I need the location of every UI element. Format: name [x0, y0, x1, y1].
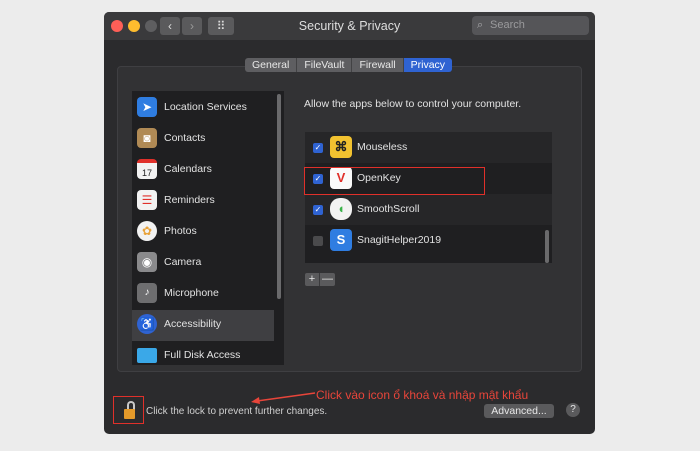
snagit-s-icon: S [330, 229, 352, 251]
smoothscroll-mouse-icon: ◖ [330, 198, 352, 220]
sidebar-item-label: Full Disk Access [164, 349, 241, 361]
app-row-mouseless[interactable]: ✓ ⌘ Mouseless [305, 132, 552, 163]
tab-general[interactable]: General [245, 58, 298, 72]
sidebar-scrollbar[interactable] [277, 94, 281, 299]
reminders-list-icon: ☰ [137, 190, 157, 210]
add-remove-buttons: + — [305, 273, 335, 286]
app-checkbox-snagithelper2019[interactable] [313, 236, 323, 246]
app-list-scrollbar[interactable] [545, 230, 549, 263]
sidebar-item-label: Camera [164, 256, 202, 268]
search-input[interactable]: ⌕ Search [472, 16, 589, 35]
app-row-smoothscroll[interactable]: ✓ ◖ SmoothScroll [305, 194, 552, 225]
help-button[interactable]: ? [566, 403, 580, 417]
camera-icon: ◉ [137, 252, 157, 272]
lock-body [124, 409, 135, 419]
security-privacy-window: ‹ › ⠿ Security & Privacy ⌕ Search Genera… [104, 12, 595, 434]
lock-icon[interactable] [124, 401, 135, 420]
search-placeholder: Search [490, 19, 525, 31]
sidebar-item-label: Calendars [164, 163, 212, 175]
sidebar-item-camera[interactable]: ◉ Camera [132, 248, 274, 279]
annotation-arrow-icon [251, 392, 316, 404]
sidebar-item-label: Microphone [164, 287, 219, 299]
contacts-book-icon: ◙ [137, 128, 157, 148]
tab-privacy[interactable]: Privacy [403, 58, 453, 72]
app-list: ✓ ⌘ Mouseless ✓ V OpenKey ✓ ◖ SmoothScro… [305, 132, 552, 263]
microphone-icon: ♪ [137, 283, 157, 303]
app-label: SmoothScroll [357, 203, 420, 215]
accessibility-person-icon: ♿ [137, 314, 157, 334]
calendar-icon: 17 [137, 159, 157, 179]
annotation-text: Click vào icon ổ khoá và nhập mật khẩu [316, 388, 529, 402]
sidebar-item-label: Location Services [164, 101, 247, 113]
sidebar-item-full-disk-access[interactable]: Full Disk Access [132, 341, 274, 365]
lock-highlight-box [113, 396, 144, 424]
sidebar-item-reminders[interactable]: ☰ Reminders [132, 186, 274, 217]
sidebar-item-location-services[interactable]: ➤ Location Services [132, 93, 274, 124]
sidebar-item-photos[interactable]: ✿ Photos [132, 217, 274, 248]
sidebar-item-label: Photos [164, 225, 197, 237]
tab-bar: General FileVault Firewall Privacy [245, 58, 453, 72]
tab-filevault[interactable]: FileVault [297, 58, 353, 72]
tab-firewall[interactable]: Firewall [352, 58, 404, 72]
sidebar-item-accessibility[interactable]: ♿ Accessibility [132, 310, 274, 341]
app-checkbox-smoothscroll[interactable]: ✓ [313, 205, 323, 215]
sidebar-item-contacts[interactable]: ◙ Contacts [132, 124, 274, 155]
folder-icon [137, 348, 157, 363]
sidebar-item-label: Reminders [164, 194, 215, 206]
photos-flower-icon: ✿ [137, 221, 157, 241]
privacy-instruction: Allow the apps below to control your com… [304, 98, 522, 110]
remove-app-button[interactable]: — [320, 273, 335, 286]
sidebar-item-label: Contacts [164, 132, 206, 144]
privacy-category-list: ➤ Location Services ◙ Contacts 17 Calend… [132, 91, 284, 365]
title-bar: ‹ › ⠿ Security & Privacy ⌕ Search [104, 12, 595, 40]
location-arrow-icon: ➤ [137, 97, 157, 117]
app-row-snagithelper2019[interactable]: S SnagitHelper2019 [305, 225, 552, 256]
search-icon: ⌕ [477, 19, 484, 31]
app-label: SnagitHelper2019 [357, 234, 442, 246]
sidebar-item-label: Accessibility [164, 318, 222, 330]
openkey-highlight-box [304, 167, 485, 195]
sidebar-item-microphone[interactable]: ♪ Microphone [132, 279, 274, 310]
app-checkbox-mouseless[interactable]: ✓ [313, 143, 323, 153]
app-label: Mouseless [357, 141, 408, 153]
sidebar-item-calendars[interactable]: 17 Calendars [132, 155, 274, 186]
mouseless-command-icon: ⌘ [330, 136, 352, 158]
add-app-button[interactable]: + [305, 273, 320, 286]
advanced-button[interactable]: Advanced... [484, 404, 554, 418]
lock-hint-text: Click the lock to prevent further change… [146, 406, 328, 417]
